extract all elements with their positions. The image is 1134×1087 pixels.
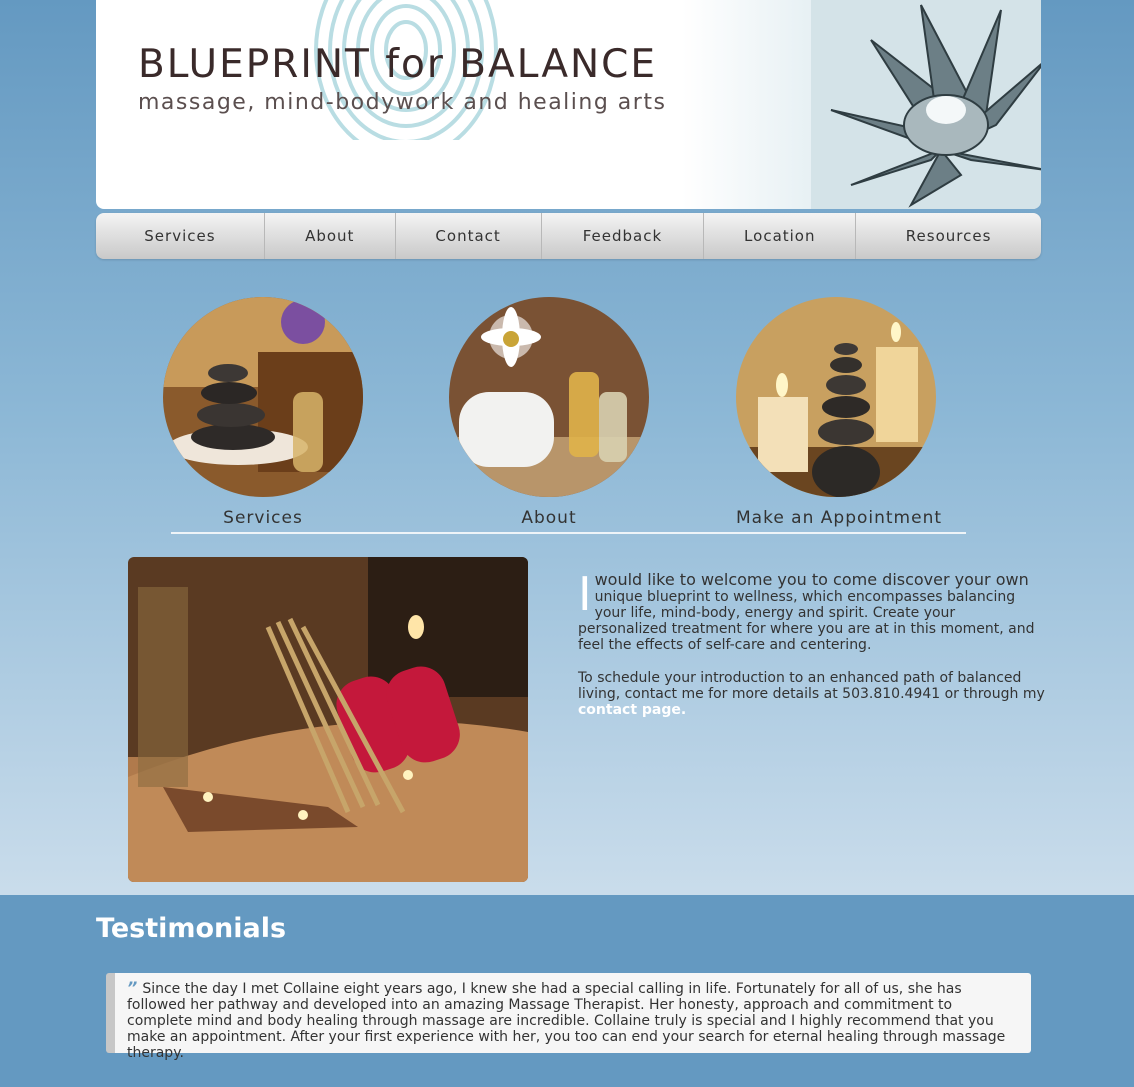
feature-services[interactable]: Services — [163, 297, 363, 528]
welcome-lead: would like to welcome you to come discov… — [594, 570, 1029, 589]
header-banner: BLUEPRINT for BALANCE massage, mind-body… — [96, 0, 1041, 209]
feature-about-caption[interactable]: About — [449, 508, 649, 528]
contact-page-link[interactable]: contact page. — [578, 702, 686, 718]
section-divider — [171, 532, 966, 534]
welcome-text: I would like to welcome you to come disc… — [578, 567, 1048, 653]
stacked-stones-photo[interactable] — [163, 297, 363, 497]
testimonial-quote: ” Since the day I met Collaine eight year… — [106, 973, 1031, 1061]
testimonial-text: Since the day I met Collaine eight years… — [127, 981, 1006, 1061]
candles-stones-photo[interactable] — [736, 297, 936, 497]
main-nav: Services About Contact Feedback Location… — [96, 213, 1041, 259]
feature-appointment-caption[interactable]: Make an Appointment — [736, 508, 941, 528]
schedule-text: To schedule your introduction to an enha… — [578, 670, 1048, 718]
feature-about[interactable]: About — [449, 297, 649, 528]
schedule-copy: To schedule your introduction to an enha… — [578, 670, 1045, 702]
feature-services-caption[interactable]: Services — [163, 508, 363, 528]
testimonials-section: Testimonials ” Since the day I met Collai… — [0, 895, 1134, 1087]
nav-feedback[interactable]: Feedback — [542, 213, 705, 259]
lotus-candle-image — [811, 0, 1041, 209]
testimonials-title: Testimonials — [96, 913, 287, 944]
welcome-drop-cap: I — [578, 567, 592, 621]
nav-resources[interactable]: Resources — [856, 213, 1041, 259]
welcome-body: unique blueprint to wellness, which enco… — [578, 589, 1035, 653]
nav-services[interactable]: Services — [96, 213, 265, 259]
site-title: BLUEPRINT for BALANCE — [138, 42, 658, 87]
quote-mark-icon: ” — [127, 978, 138, 997]
nav-contact[interactable]: Contact — [396, 213, 542, 259]
towel-daisy-oils-photo[interactable] — [449, 297, 649, 497]
nav-location[interactable]: Location — [704, 213, 857, 259]
site-tagline: massage, mind-bodywork and healing arts — [138, 90, 667, 115]
spa-towels-candles-photo — [128, 557, 528, 882]
feature-appointment[interactable]: Make an Appointment — [736, 297, 941, 528]
nav-about[interactable]: About — [265, 213, 396, 259]
